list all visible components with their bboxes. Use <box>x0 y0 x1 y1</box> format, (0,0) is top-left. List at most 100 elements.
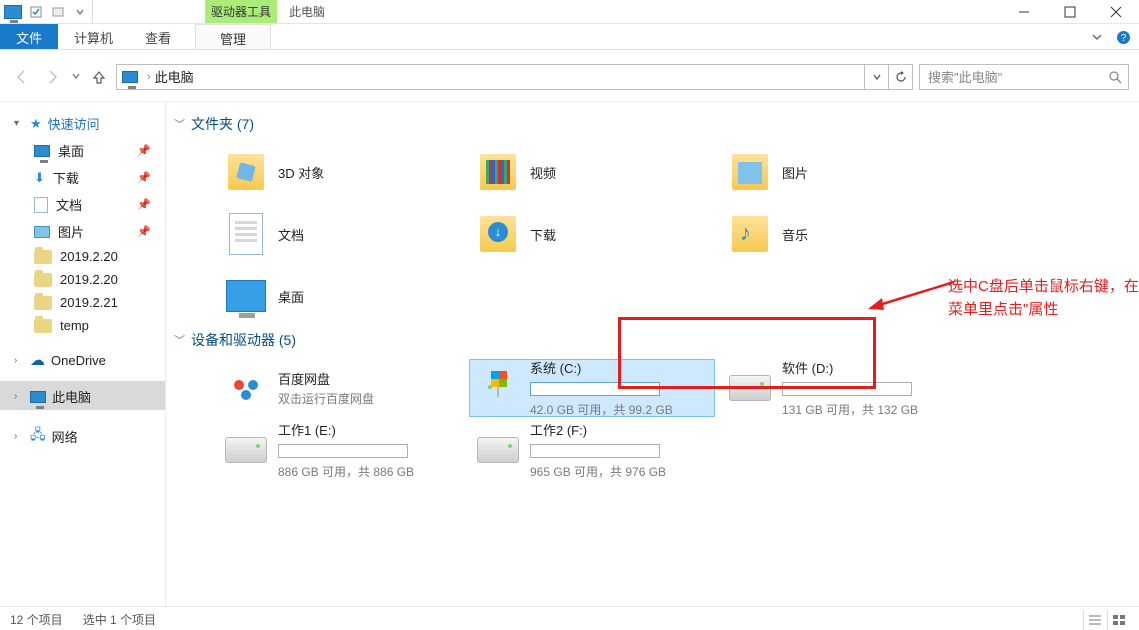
tile-label: 工作1 (E:) <box>278 420 414 439</box>
nav-item-folder[interactable]: temp <box>0 314 165 337</box>
forward-button[interactable] <box>40 65 64 89</box>
nav-this-pc-label: 此电脑 <box>52 387 91 406</box>
address-bar[interactable]: › 此电脑 <box>116 64 913 90</box>
address-dropdown-button[interactable] <box>864 65 888 89</box>
annotation-line-2: 菜单里点击"属性 <box>948 299 1139 322</box>
drive-tile-d[interactable]: 软件 (D:) 131 GB 可用，共 132 GB <box>722 360 966 416</box>
nav-item-label: 图片 <box>58 222 84 241</box>
star-icon: ★ <box>30 116 42 132</box>
nav-item-downloads[interactable]: ⬇ 下载 📌 <box>0 164 165 191</box>
maximize-button[interactable] <box>1047 0 1093 23</box>
folder-icon <box>34 273 52 287</box>
recent-locations-button[interactable] <box>70 68 82 86</box>
nav-item-documents[interactable]: 文档 📌 <box>0 191 165 218</box>
tile-sublabel: 886 GB 可用，共 886 GB <box>278 463 414 480</box>
tile-label: 下载 <box>530 225 556 244</box>
nav-item-folder[interactable]: 2019.2.21 <box>0 291 165 314</box>
drive-tile-c[interactable]: 系统 (C:) 42.0 GB 可用，共 99.2 GB <box>470 360 714 416</box>
monitor-icon <box>30 391 46 403</box>
drive-icon <box>224 428 268 472</box>
group-header-label: 文件夹 (7) <box>191 114 254 134</box>
qat-dropdown[interactable] <box>72 4 88 20</box>
window-title: 此电脑 <box>277 0 1001 23</box>
pin-icon: 📌 <box>137 144 151 157</box>
view-details-button[interactable] <box>1083 610 1105 630</box>
drive-tile-baidu[interactable]: 百度网盘 双击运行百度网盘 <box>218 360 462 416</box>
nav-network[interactable]: › 🖧 网络 <box>0 418 165 452</box>
nav-item-label: 2019.2.20 <box>60 272 118 287</box>
up-button[interactable] <box>88 66 110 88</box>
tab-view[interactable]: 查看 <box>129 24 187 49</box>
drive-tile-f[interactable]: 工作2 (F:) 965 GB 可用，共 976 GB <box>470 422 714 478</box>
tab-manage[interactable]: 管理 <box>195 24 271 49</box>
tab-computer[interactable]: 计算机 <box>58 24 129 49</box>
tile-sublabel: 965 GB 可用，共 976 GB <box>530 463 666 480</box>
view-large-icons-button[interactable] <box>1107 610 1129 630</box>
folder-tile-pictures[interactable]: 图片 <box>722 144 966 200</box>
caret-icon: › <box>14 431 24 442</box>
annotation-line-1: 选中C盘后单击鼠标右键，在弹出的 <box>948 276 1139 299</box>
folder-tile-documents[interactable]: 文档 <box>218 206 462 262</box>
folder-icon <box>34 250 52 264</box>
nav-item-pictures[interactable]: 图片 📌 <box>0 218 165 245</box>
pin-icon: 📌 <box>137 171 151 184</box>
caret-icon: › <box>14 391 24 402</box>
qat-item-2[interactable] <box>50 4 66 20</box>
chevron-down-icon: ﹀ <box>174 116 185 132</box>
search-icon <box>1106 68 1124 86</box>
contextual-tab-group: 驱动器工具 <box>205 0 277 23</box>
folder-tile-3d-objects[interactable]: 3D 对象 <box>218 144 462 200</box>
search-box[interactable]: 搜索"此电脑" <box>919 64 1129 90</box>
network-icon: 🖧 <box>30 424 46 448</box>
nav-onedrive[interactable]: › ☁ OneDrive <box>0 345 165 373</box>
refresh-button[interactable] <box>888 65 912 89</box>
nav-pane: ▾ ★ 快速访问 桌面 📌 ⬇ 下载 📌 文档 📌 图片 📌 2019.2.20 <box>0 102 166 606</box>
baidu-icon <box>224 366 268 410</box>
folder-icon <box>224 150 268 194</box>
close-button[interactable] <box>1093 0 1139 23</box>
quick-access-toolbar <box>0 0 93 23</box>
folder-icon <box>728 212 772 256</box>
nav-item-folder[interactable]: 2019.2.20 <box>0 245 165 268</box>
tile-label: 系统 (C:) <box>530 358 673 377</box>
caret-icon: › <box>14 355 24 366</box>
ribbon-expand-button[interactable] <box>1091 24 1103 50</box>
drive-tile-e[interactable]: 工作1 (E:) 886 GB 可用，共 886 GB <box>218 422 462 478</box>
tab-file[interactable]: 文件 <box>0 24 58 49</box>
capacity-bar <box>530 382 660 396</box>
group-header-drives[interactable]: ﹀ 设备和驱动器 (5) <box>174 324 1133 360</box>
qat-item-1[interactable] <box>28 4 44 20</box>
group-header-folders[interactable]: ﹀ 文件夹 (7) <box>174 108 1133 144</box>
folder-icon <box>224 212 268 256</box>
nav-this-pc[interactable]: › 此电脑 <box>0 381 165 410</box>
search-placeholder: 搜索"此电脑" <box>928 67 1106 86</box>
nav-item-folder[interactable]: 2019.2.20 <box>0 268 165 291</box>
help-button[interactable]: ? <box>1116 24 1131 50</box>
drive-icon <box>476 366 520 410</box>
folder-icon <box>34 296 52 310</box>
folder-tile-desktop[interactable]: 桌面 <box>218 268 462 324</box>
drive-icon <box>476 428 520 472</box>
folder-tile-music[interactable]: 音乐 <box>722 206 966 262</box>
folder-tile-videos[interactable]: 视频 <box>470 144 714 200</box>
breadcrumb-root[interactable]: 此电脑 <box>155 67 194 86</box>
breadcrumb-sep-icon[interactable]: › <box>143 71 155 83</box>
pin-icon: 📌 <box>137 225 151 238</box>
minimize-button[interactable] <box>1001 0 1047 23</box>
nav-quick-access[interactable]: ▾ ★ 快速访问 <box>0 108 165 137</box>
nav-item-desktop[interactable]: 桌面 📌 <box>0 137 165 164</box>
tile-label: 百度网盘 <box>278 369 374 388</box>
folder-icon <box>224 274 268 318</box>
chevron-down-icon: ﹀ <box>174 332 185 348</box>
nav-item-label: 文档 <box>56 195 82 214</box>
tile-label: 工作2 (F:) <box>530 420 666 439</box>
drives-grid: 百度网盘 双击运行百度网盘 系统 (C:) 42.0 GB 可用，共 99.2 … <box>174 360 1133 478</box>
folder-icon <box>728 150 772 194</box>
back-button[interactable] <box>10 65 34 89</box>
tile-sublabel: 42.0 GB 可用，共 99.2 GB <box>530 401 673 418</box>
folder-tile-downloads[interactable]: 下载 <box>470 206 714 262</box>
status-selected-count: 选中 1 个项目 <box>83 611 156 628</box>
navigation-row: › 此电脑 搜索"此电脑" <box>0 52 1139 102</box>
capacity-bar <box>278 444 408 458</box>
desktop-icon <box>34 145 50 157</box>
